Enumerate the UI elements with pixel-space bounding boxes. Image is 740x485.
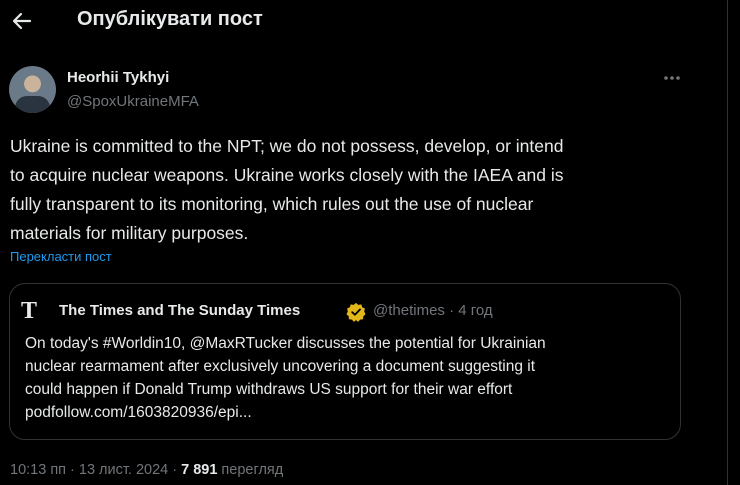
more-options-button[interactable] bbox=[660, 68, 684, 88]
avatar-figure bbox=[15, 96, 50, 113]
column-divider bbox=[727, 0, 728, 485]
verified-badge-icon bbox=[346, 302, 366, 322]
avatar[interactable] bbox=[9, 66, 56, 113]
page-title: Опублікувати пост bbox=[77, 8, 263, 30]
author-name[interactable]: Heorhii Tykhyi bbox=[67, 69, 169, 86]
header-bar: Опублікувати пост bbox=[0, 0, 727, 42]
post-timestamp[interactable]: 10:13 пп · 13 лист. 2024 · bbox=[10, 462, 181, 478]
times-logo-icon: T bbox=[21, 298, 38, 324]
author-handle[interactable]: @SpoxUkraineMFA bbox=[67, 93, 199, 110]
quoted-author-name: The Times and The Sunday Times bbox=[59, 302, 301, 319]
quoted-handle-time: @thetimes · 4 год bbox=[373, 302, 493, 319]
back-button[interactable] bbox=[8, 7, 36, 35]
quoted-post-text: On today's #Worldin10, @MaxRTucker discu… bbox=[25, 335, 546, 421]
views-label: перегляд bbox=[217, 462, 284, 478]
arrow-left-icon bbox=[12, 12, 32, 30]
post-text: Ukraine is committed to the NPT; we do n… bbox=[10, 136, 564, 243]
views-count: 7 891 bbox=[181, 462, 218, 478]
translate-post-link[interactable]: Перекласти пост bbox=[10, 249, 112, 264]
more-horizontal-icon bbox=[664, 76, 680, 80]
post-metadata: 10:13 пп · 13 лист. 2024 · 7 891 перегля… bbox=[10, 462, 283, 478]
